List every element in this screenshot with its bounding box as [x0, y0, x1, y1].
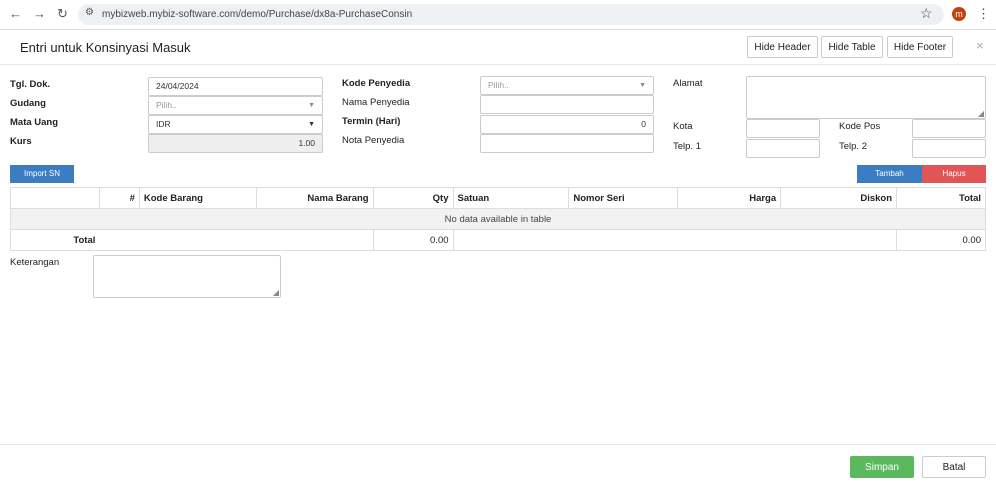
column-header-kode-barang[interactable]: Kode Barang	[138, 187, 257, 209]
url-text[interactable]: mybizweb.mybiz-software.com/demo/Purchas…	[102, 9, 412, 20]
mata-uang-value: IDR	[156, 119, 171, 129]
total-amount: 0.00	[896, 229, 986, 251]
column-header-harga[interactable]: Harga	[677, 187, 782, 209]
chevron-down-icon: ▼	[639, 82, 646, 89]
telp2-input[interactable]	[912, 139, 986, 158]
gudang-placeholder: Pilih..	[156, 100, 177, 110]
gudang-select[interactable]: Pilih.. ▼	[148, 96, 323, 115]
column-header-total[interactable]: Total	[896, 187, 986, 209]
reload-icon[interactable]: ↻	[57, 6, 68, 22]
site-info-icon[interactable]: ⚙	[85, 7, 94, 18]
resize-grip-icon[interactable]: ◢	[978, 109, 984, 118]
tambah-button[interactable]: Tambah	[857, 165, 922, 183]
close-icon[interactable]: ×	[976, 38, 984, 53]
nota-penyedia-label: Nota Penyedia	[342, 135, 405, 146]
chevron-down-icon: ▼	[308, 121, 315, 128]
column-header-satuan[interactable]: Satuan	[452, 187, 570, 209]
alamat-label: Alamat	[673, 78, 703, 89]
bookmark-star-icon[interactable]: ☆	[920, 5, 933, 22]
back-icon[interactable]: ←	[9, 6, 22, 21]
table-header-row: # Kode Barang Nama Barang Qty Satuan Nom…	[10, 187, 986, 209]
footer-divider	[0, 444, 996, 445]
column-header-diskon[interactable]: Diskon	[780, 187, 898, 209]
termin-label: Termin (Hari)	[342, 116, 401, 127]
column-header-nama-barang[interactable]: Nama Barang	[256, 187, 374, 209]
kurs-input[interactable]: 1.00	[148, 134, 323, 153]
total-spacer	[99, 229, 374, 251]
keterangan-textarea[interactable]: ◢	[93, 255, 281, 298]
items-table: # Kode Barang Nama Barang Qty Satuan Nom…	[10, 187, 986, 251]
tgl-dok-label: Tgl. Dok.	[10, 79, 51, 90]
column-header-number[interactable]: #	[98, 187, 140, 209]
browser-menu-icon[interactable]: ⋮	[977, 6, 990, 22]
column-header-nomor-seri[interactable]: Nomor Seri	[568, 187, 679, 209]
table-empty-row: No data available in table	[10, 208, 986, 230]
dialog-title: Entri untuk Konsinyasi Masuk	[20, 40, 191, 55]
mata-uang-label: Mata Uang	[10, 117, 59, 128]
table-total-row: Total 0.00 0.00	[10, 229, 986, 251]
gudang-label: Gudang	[10, 98, 46, 109]
nota-penyedia-input[interactable]	[480, 134, 654, 153]
empty-table-message: No data available in table	[10, 208, 986, 230]
telp2-label: Telp. 2	[839, 141, 867, 152]
kota-input[interactable]	[746, 119, 820, 138]
kota-label: Kota	[673, 121, 693, 132]
kurs-label: Kurs	[10, 136, 32, 147]
telp1-label: Telp. 1	[673, 141, 701, 152]
hide-table-button[interactable]: Hide Table	[821, 36, 883, 58]
total-label: Total	[10, 229, 100, 251]
kode-pos-input[interactable]	[912, 119, 986, 138]
nama-penyedia-label: Nama Penyedia	[342, 97, 410, 108]
kode-penyedia-select[interactable]: Pilih.. ▼	[480, 76, 654, 95]
profile-avatar[interactable]: m	[952, 7, 966, 21]
total-spacer-2	[452, 229, 898, 251]
browser-toolbar: ← → ↻ ⚙ mybizweb.mybiz-software.com/demo…	[0, 0, 996, 30]
column-header-qty[interactable]: Qty	[372, 187, 454, 209]
mata-uang-select[interactable]: IDR ▼	[148, 115, 323, 134]
kode-penyedia-placeholder: Pilih..	[488, 80, 509, 90]
resize-grip-icon[interactable]: ◢	[273, 288, 279, 297]
forward-icon[interactable]: →	[33, 6, 46, 21]
termin-input[interactable]: 0	[480, 115, 654, 134]
import-sn-button[interactable]: Import SN	[10, 165, 74, 183]
tgl-dok-input[interactable]: 24/04/2024	[148, 77, 323, 96]
nama-penyedia-input[interactable]	[480, 95, 654, 114]
header-divider	[0, 64, 996, 65]
telp1-input[interactable]	[746, 139, 820, 158]
kode-penyedia-label: Kode Penyedia	[342, 78, 411, 89]
keterangan-label: Keterangan	[10, 257, 60, 268]
hide-header-button[interactable]: Hide Header	[747, 36, 818, 58]
chevron-down-icon: ▼	[308, 102, 315, 109]
alamat-textarea[interactable]: ◢	[746, 76, 986, 119]
batal-button[interactable]: Batal	[922, 456, 986, 478]
simpan-button[interactable]: Simpan	[850, 456, 914, 478]
kode-pos-label: Kode Pos	[839, 121, 881, 132]
hapus-button[interactable]: Hapus	[922, 165, 986, 183]
hide-footer-button[interactable]: Hide Footer	[887, 36, 953, 58]
total-qty: 0.00	[372, 229, 454, 251]
column-header-blank	[10, 187, 100, 209]
